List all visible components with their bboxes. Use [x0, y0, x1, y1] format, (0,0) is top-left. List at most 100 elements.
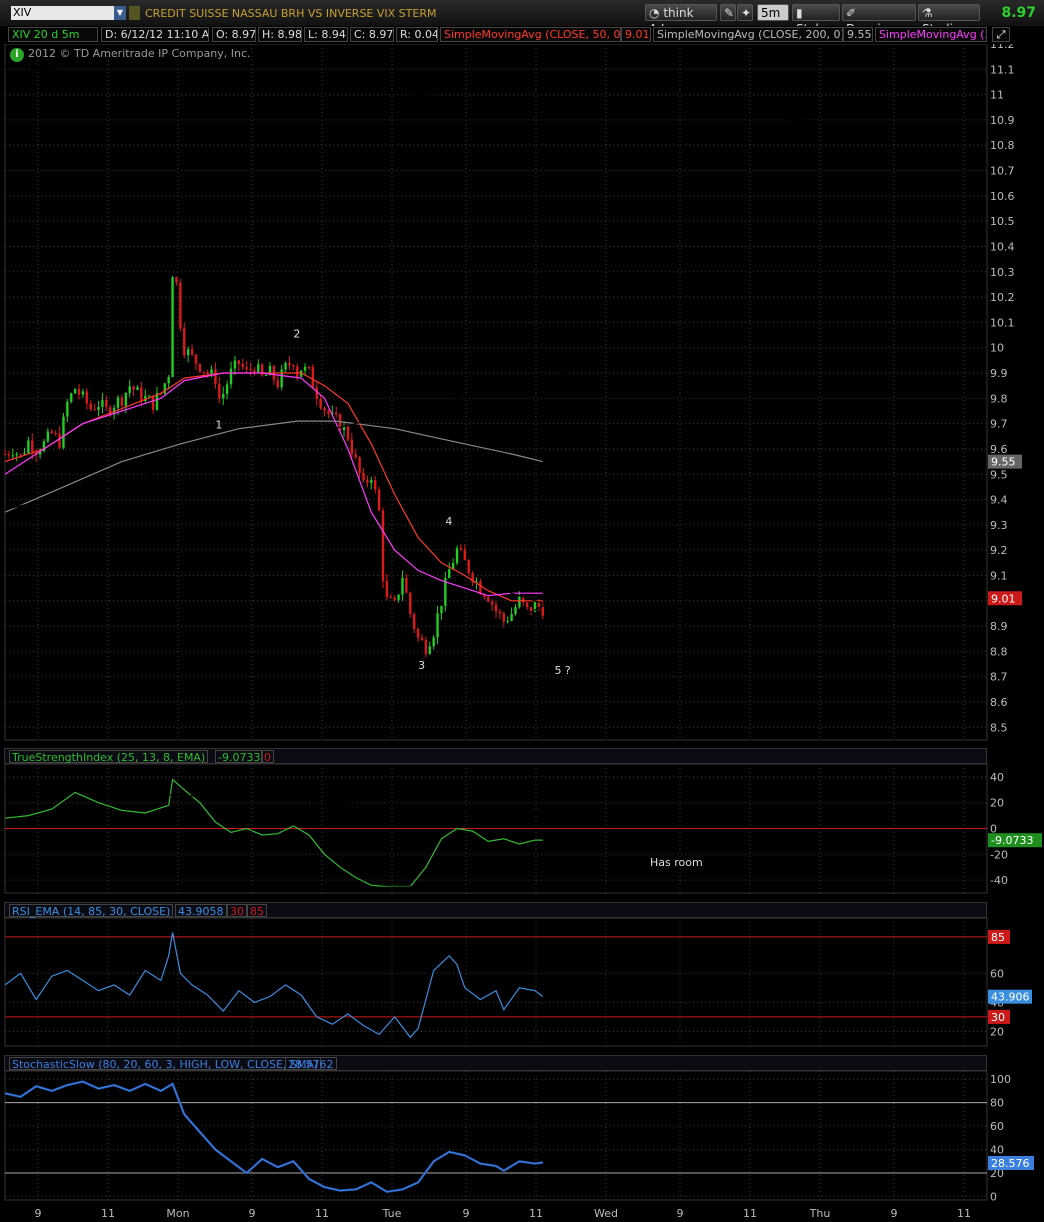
stoch-k-line: [4, 1080, 543, 1193]
rsi-lower-value: 30: [227, 904, 247, 918]
clock-icon: ◔: [649, 6, 660, 20]
high-label: H: 8.98: [258, 27, 302, 42]
info-bar: XIV 20 d 5m D: 6/12/12 11:10 AM O: 8.97 …: [0, 26, 1044, 44]
candle-body: [358, 457, 361, 473]
candle-body: [66, 401, 69, 417]
candle-body: [50, 431, 53, 434]
x-tick-label: Wed: [594, 1207, 618, 1220]
y-tick-label: 10.9: [990, 114, 1015, 127]
candle-body: [62, 416, 65, 448]
candle-body: [327, 410, 330, 414]
pencil-icon: ✐: [846, 6, 857, 20]
rsi-title[interactable]: RSI_EMA (14, 85, 30, CLOSE): [9, 904, 174, 918]
rsi-upper-value: 85: [247, 904, 267, 918]
price-badge-label: 9.01: [991, 592, 1016, 605]
rsi-badge-label: 43.906: [991, 991, 1030, 1004]
wrench-icon[interactable]: ✦: [737, 4, 753, 21]
candle-body: [366, 479, 369, 484]
sma200-label[interactable]: SimpleMovingAvg (CLOSE, 200, 0): [653, 27, 843, 42]
candle-body: [264, 375, 268, 377]
candle-body: [97, 406, 100, 410]
candle-body: [280, 369, 283, 388]
expand-icon[interactable]: ⤢: [992, 27, 1010, 42]
y-tick-label: 0: [990, 1190, 997, 1203]
x-tick-label: 9: [249, 1207, 256, 1220]
rsi-badge-label: 85: [991, 931, 1005, 944]
y-tick-label: 60: [990, 1120, 1004, 1133]
candle-body: [373, 479, 377, 490]
candle-body: [116, 397, 120, 408]
candle-body: [467, 560, 470, 574]
candle-body: [225, 384, 229, 394]
close-label: C: 8.97: [350, 27, 394, 42]
candle-body: [237, 360, 241, 364]
trendline[interactable]: [4, 66, 988, 134]
candle-body: [120, 397, 124, 406]
candle-body: [370, 479, 373, 484]
y-tick-label: 8.9: [990, 620, 1008, 633]
y-tick-label: 10.7: [990, 165, 1015, 178]
y-tick-label: 10.5: [990, 215, 1015, 228]
candle-body: [498, 611, 502, 614]
sma200-line: [4, 420, 543, 513]
stoch-title[interactable]: StochasticSlow (80, 20, 60, 3, HIGH, LOW…: [9, 1057, 322, 1071]
candle-body: [54, 433, 57, 435]
symbol-input[interactable]: XIV: [11, 6, 115, 20]
candle-body: [389, 596, 392, 598]
candle-body: [171, 277, 174, 378]
studies-button[interactable]: ⚗ Studies: [918, 4, 980, 36]
candle-body: [179, 282, 182, 329]
drawings-button[interactable]: ✐ Drawings: [842, 4, 916, 36]
y-tick-label: 9.1: [990, 569, 1008, 582]
candle-body: [381, 510, 385, 581]
candle-body: [229, 368, 233, 385]
candle-body: [303, 366, 307, 371]
x-tick-label: 9: [891, 1207, 898, 1220]
candle-body: [198, 363, 202, 372]
y-tick-label: 40: [990, 1144, 1004, 1157]
candle-body: [85, 391, 89, 404]
candle-body: [257, 364, 260, 373]
candle-body: [3, 454, 7, 456]
tsi-line: [4, 778, 543, 888]
candle-body: [416, 629, 420, 638]
info-icon[interactable]: i: [10, 48, 24, 62]
chart-canvas[interactable]: 9 11 Mon 9 11 Tue 9 11 Wed 9 11 Thu 9 1111.211.11110.…: [0, 0, 1044, 1222]
interval-button[interactable]: 5m: [757, 4, 789, 21]
y-tick-label: 9.8: [990, 392, 1008, 405]
x-tick-label: 9: [35, 1207, 42, 1220]
candle-body: [136, 387, 139, 390]
x-tick-label: 11: [743, 1207, 757, 1220]
tsi-title[interactable]: TrueStrengthIndex (25, 13, 8, EMA): [9, 750, 209, 764]
symbol-dropdown-icon[interactable]: ▼: [114, 6, 126, 20]
style-button[interactable]: ▮ Style: [792, 4, 840, 36]
rsi-line: [4, 932, 544, 1039]
sma50-label[interactable]: SimpleMovingAvg (CLOSE, 50, 0): [440, 27, 621, 42]
link-icon[interactable]: [129, 6, 140, 20]
candle-body: [81, 391, 85, 395]
sma-magenta-label[interactable]: SimpleMovingAvg (...: [875, 27, 987, 42]
tsi-trendline[interactable]: [4, 884, 613, 892]
wave-label: 1: [215, 419, 222, 432]
y-tick-label: 20: [990, 797, 1004, 810]
trendline[interactable]: [4, 359, 614, 511]
date-label: D: 6/12/12 11:10 AM: [101, 27, 209, 42]
think-ai-button[interactable]: ◔ think A.I.: [645, 4, 717, 36]
draw-tool-icon[interactable]: ✎: [720, 4, 736, 21]
y-tick-label: 10.2: [990, 291, 1015, 304]
candle-body: [260, 364, 264, 376]
open-label: O: 8.97: [212, 27, 256, 42]
candle-body: [186, 349, 190, 356]
trendline[interactable]: [503, 605, 544, 627]
candle-body: [190, 349, 194, 355]
has-room-note: Has room: [650, 856, 703, 869]
candle-body: [455, 548, 459, 564]
low-label: L: 8.94: [304, 27, 348, 42]
y-tick-label: 100: [990, 1073, 1011, 1086]
candle-body: [210, 369, 213, 374]
candle-body: [397, 594, 400, 600]
price-pane-frame: [4, 43, 988, 741]
period-label[interactable]: XIV 20 d 5m: [8, 27, 98, 42]
sma200-value: 9.55: [843, 27, 873, 42]
y-tick-label: 8.7: [990, 671, 1008, 684]
